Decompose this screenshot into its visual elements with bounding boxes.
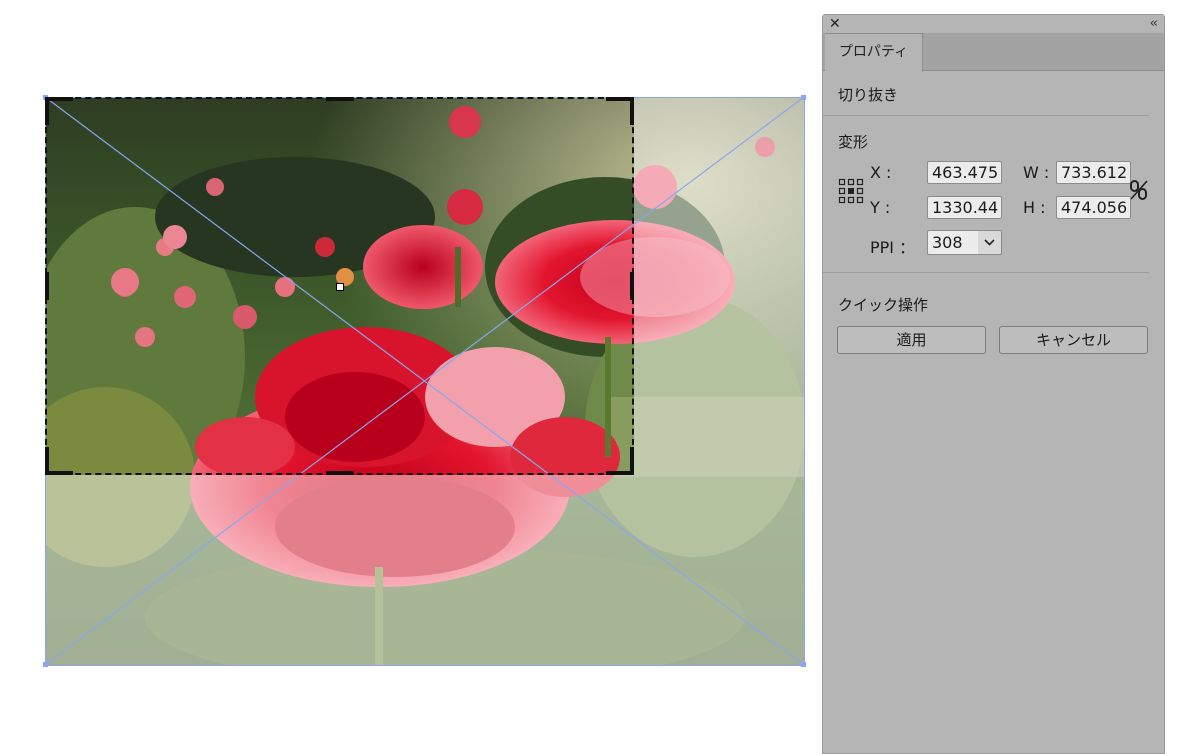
ppi-dropdown-button[interactable] — [978, 230, 1002, 255]
crop-handle-bottom-left[interactable] — [45, 471, 73, 475]
crop-center-point[interactable] — [336, 283, 344, 291]
h-field[interactable]: 474.056 — [1056, 196, 1131, 219]
unlink-proportions-icon[interactable] — [1129, 179, 1149, 201]
crop-handle-top-left-vertical[interactable] — [45, 97, 49, 125]
cancel-button[interactable]: キャンセル — [999, 326, 1148, 354]
chevron-down-icon — [984, 239, 995, 246]
y-label: Y : — [870, 198, 891, 217]
crop-handle-bottom-right-vertical[interactable] — [630, 447, 634, 475]
crop-handle-left-middle[interactable] — [45, 272, 49, 300]
properties-panel: ✕ ‹‹ プロパティ 切り抜き 変形 X : 463.475 W : 733.6… — [822, 14, 1165, 754]
crop-handle-bottom-middle[interactable] — [326, 471, 354, 475]
w-label: W : — [1023, 163, 1050, 182]
h-label: H : — [1023, 198, 1046, 217]
bbox-corner-handle-br[interactable] — [801, 662, 806, 667]
panel-tab-strip: プロパティ — [823, 33, 1164, 72]
collapse-double-chevron-icon[interactable]: ‹‹ — [1150, 15, 1159, 33]
crop-handle-bottom-left-vertical[interactable] — [45, 447, 49, 475]
crop-handle-top-right-vertical[interactable] — [630, 97, 634, 125]
quick-actions-title: クイック操作 — [838, 296, 929, 314]
artboard-canvas[interactable] — [0, 0, 815, 745]
x-field[interactable]: 463.475 — [927, 161, 1002, 184]
apply-button[interactable]: 適用 — [837, 326, 986, 354]
section-divider — [823, 272, 1149, 273]
close-icon[interactable]: ✕ — [829, 15, 841, 33]
x-label: X : — [870, 163, 892, 182]
crop-handle-right-middle[interactable] — [630, 272, 634, 300]
bbox-corner-handle-bl[interactable] — [43, 662, 48, 667]
panel-titlebar[interactable]: ✕ ‹‹ — [823, 15, 1164, 33]
transform-section-title: 変形 — [838, 133, 869, 151]
crop-section-title: 切り抜き — [838, 86, 899, 104]
y-field[interactable]: 1330.44 — [927, 196, 1002, 219]
crop-handle-top-middle[interactable] — [326, 97, 354, 101]
section-divider — [823, 115, 1149, 116]
reference-point-grid-icon[interactable] — [838, 178, 864, 204]
ppi-field[interactable]: 308 — [927, 230, 979, 255]
crop-handle-top-left[interactable] — [45, 97, 73, 101]
ppi-label: PPI ： — [870, 238, 916, 257]
tab-properties[interactable]: プロパティ — [825, 33, 923, 72]
w-field[interactable]: 733.612 — [1056, 161, 1131, 184]
bbox-corner-handle-tr[interactable] — [801, 95, 806, 100]
